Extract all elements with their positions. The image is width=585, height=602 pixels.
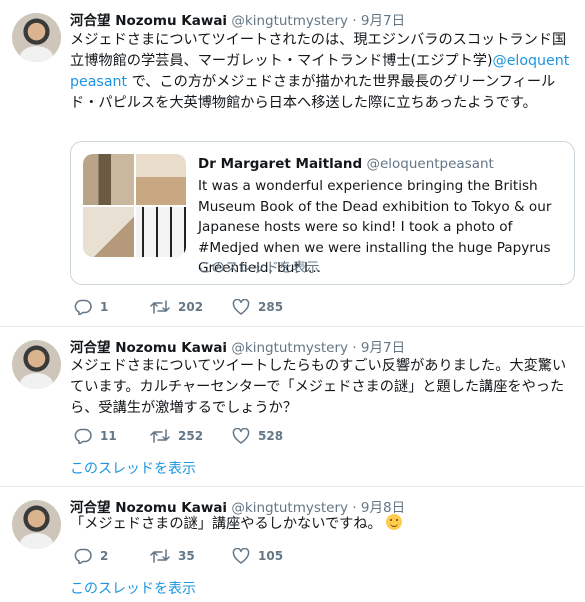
tweet-3[interactable]: 河合望 Nozomu Kawai @kingtutmystery · 9月8日 … — [0, 487, 585, 602]
retweet-icon — [150, 549, 170, 563]
timestamp[interactable]: 9月7日 — [361, 340, 405, 356]
author-handle[interactable]: @kingtutmystery — [231, 13, 348, 29]
show-thread-link[interactable]: このスレッドを表示 — [70, 458, 196, 478]
tweet-text: 「メジェドさまの謎」講座やるしかないですね。 — [70, 514, 576, 535]
tweet-text-part: 「メジェドさまの謎」講座やるしかないですね。 — [70, 516, 382, 532]
author-name[interactable]: 河合望 Nozomu Kawai — [70, 340, 227, 356]
reply-count: 2 — [100, 549, 109, 563]
retweet-button[interactable]: 252 — [150, 426, 203, 446]
retweet-icon — [150, 300, 170, 314]
author-handle[interactable]: @kingtutmystery — [231, 340, 348, 356]
reply-button[interactable]: 1 — [74, 297, 108, 317]
reply-icon — [74, 299, 92, 315]
separator-dot: · — [352, 340, 357, 356]
reply-icon — [74, 428, 92, 444]
tweet-text: メジェドさまについてツイートしたらものすごい反響がありました。大変驚いています。… — [70, 358, 567, 416]
retweet-count: 35 — [178, 549, 195, 563]
quoted-tweet[interactable]: Dr Margaret Maitland @eloquentpeasant It… — [70, 141, 575, 285]
retweet-icon — [150, 429, 170, 443]
quoted-author-name: Dr Margaret Maitland — [198, 156, 363, 172]
like-count: 285 — [258, 300, 284, 314]
smiling-face-emoji-icon — [386, 514, 403, 530]
tweet-2[interactable]: 河合望 Nozomu Kawai @kingtutmystery · 9月7日 … — [0, 327, 585, 487]
retweet-count: 202 — [178, 300, 204, 314]
retweet-button[interactable]: 35 — [150, 546, 195, 566]
retweet-count: 252 — [178, 429, 204, 443]
quoted-show-thread-link[interactable]: このスレッドを表示 — [198, 256, 320, 276]
like-button[interactable]: 528 — [232, 426, 283, 446]
tweet-text-part: で、この方がメジェドさまが描かれた世界最長のグリーンフィールド・パピルスを大英博… — [70, 74, 556, 111]
like-count: 105 — [258, 549, 284, 563]
heart-icon — [232, 299, 250, 315]
avatar[interactable] — [12, 500, 61, 549]
heart-icon — [232, 428, 250, 444]
photo-thumbnail — [83, 154, 134, 205]
tweet-1[interactable]: 河合望 Nozomu Kawai @kingtutmystery · 9月7日 … — [0, 0, 585, 326]
retweet-button[interactable]: 202 — [150, 297, 203, 317]
heart-icon — [232, 548, 250, 564]
reply-icon — [74, 548, 92, 564]
reply-count: 1 — [100, 300, 109, 314]
author-name[interactable]: 河合望 Nozomu Kawai — [70, 13, 227, 29]
like-button[interactable]: 105 — [232, 546, 283, 566]
quoted-tweet-images[interactable] — [83, 154, 186, 257]
photo-thumbnail — [135, 154, 186, 205]
timestamp[interactable]: 9月7日 — [361, 13, 405, 29]
like-count: 528 — [258, 429, 284, 443]
like-button[interactable]: 285 — [232, 297, 283, 317]
reply-button[interactable]: 11 — [74, 426, 117, 446]
photo-thumbnail — [135, 206, 186, 257]
show-thread-link[interactable]: このスレッドを表示 — [70, 578, 196, 598]
avatar[interactable] — [12, 340, 61, 389]
reply-count: 11 — [100, 429, 117, 443]
avatar[interactable] — [12, 13, 61, 62]
separator-dot: · — [352, 13, 357, 29]
quoted-author-handle: @eloquentpeasant — [366, 156, 494, 172]
photo-thumbnail — [83, 206, 134, 257]
tweet-text: メジェドさまについてツイートされたのは、現エジンバラのスコットランド国立博物館の… — [70, 30, 576, 114]
reply-button[interactable]: 2 — [74, 546, 108, 566]
